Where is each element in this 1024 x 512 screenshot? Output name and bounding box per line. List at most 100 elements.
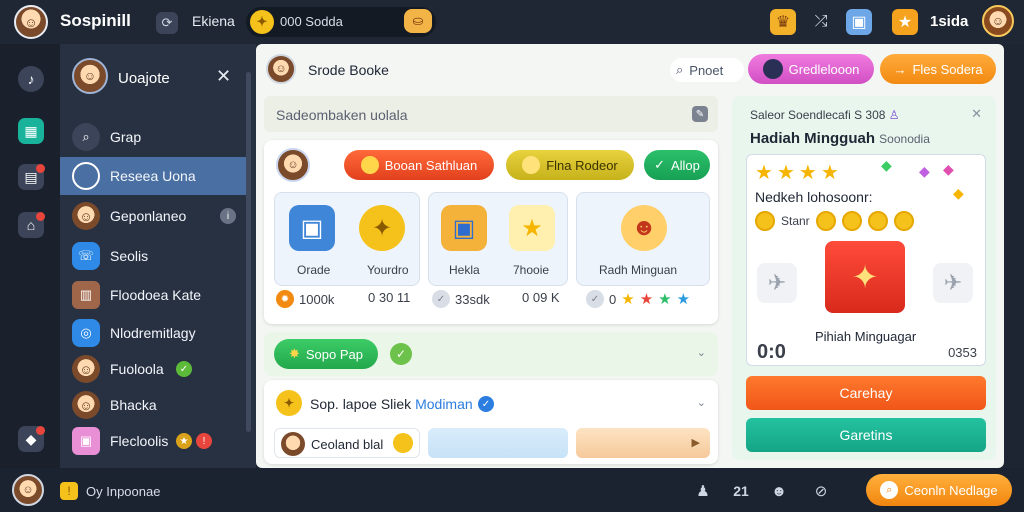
gift-icon[interactable]: ▣ xyxy=(846,9,872,35)
sidebar-item-label: Reseea Uona xyxy=(110,168,196,184)
treasure-chest-icon[interactable]: ⛀ xyxy=(404,9,432,33)
purple-action-button[interactable]: Gredlelooon xyxy=(748,54,874,84)
arrow-icon: → xyxy=(893,61,907,77)
reward-count-right: 0353 xyxy=(948,345,977,360)
close-icon[interactable]: ✕ xyxy=(216,66,231,87)
coin-icon xyxy=(867,211,888,231)
coin-icon: ! xyxy=(60,482,78,500)
reward-tile[interactable]: ☻ Radh Minguan xyxy=(576,192,710,286)
paper-plane-icon[interactable]: ✈ xyxy=(757,263,797,303)
paper-plane-icon[interactable]: ✈ xyxy=(933,263,973,303)
search-button[interactable]: ⌕ Pnoet xyxy=(670,58,744,82)
tile-caption: Orade xyxy=(297,263,331,277)
shuffle-icon[interactable]: ⤮ xyxy=(808,9,834,35)
star-icon: ✸ xyxy=(288,346,300,361)
sidebar-item-nlodremitlagy[interactable]: ◎ Nlodremitlagy xyxy=(60,314,246,352)
bottom-action-label: Ceonln Nedlage xyxy=(904,482,998,498)
avatar: ☺ xyxy=(72,391,100,419)
profile-avatar[interactable]: ☺ xyxy=(982,5,1014,37)
coin-icon xyxy=(893,211,914,231)
check-icon: ✓ xyxy=(654,157,665,172)
sidebar-item-reseea-uona[interactable]: Reseea Uona xyxy=(60,157,246,195)
sidebar-item-floodoea-kate[interactable]: ▥ Floodoea Kate xyxy=(60,276,246,314)
green-action-button[interactable]: ✓ Allop xyxy=(644,150,710,180)
feed-title-link[interactable]: Modiman xyxy=(415,396,473,412)
top-bar: ☺ Sospinill ⟳ Ekiena ✦ 000 Sodda ⛀ ♛ ⤮ ▣… xyxy=(0,0,1024,44)
trophy-icon[interactable]: ♛ xyxy=(770,9,796,35)
gem-icon: ◆ xyxy=(953,185,964,201)
avatar: ☺ xyxy=(72,202,100,230)
reward-title-muted: Soonodia xyxy=(879,132,930,146)
sidebar-item-bhacka[interactable]: ☺ Bhacka xyxy=(60,386,246,424)
sidebar-scrollbar[interactable] xyxy=(246,72,251,432)
green-action-label: Allop xyxy=(670,157,700,173)
reward-box: ★ ★ ★ ★ ◆ ◆ ◆ ◆ Nedkeh lohosoonr: Stanr … xyxy=(746,154,986,366)
sidebar-item-flecloolis[interactable]: ▣ Flecloolis ★ ! xyxy=(60,422,246,460)
sidebar-item-seolis[interactable]: ☏ Seolis xyxy=(60,237,246,275)
reward-tile[interactable]: ▣ ✦ Orade Yourdro xyxy=(274,192,420,286)
stat-value: 0 09 K xyxy=(522,290,560,305)
profile-icon[interactable]: ☻ xyxy=(768,480,790,502)
search-field[interactable]: Sadeombaken uolala ✎ xyxy=(264,96,718,132)
app-brand: Sospinill xyxy=(60,11,131,30)
music-icon[interactable]: ♪ xyxy=(18,66,44,92)
reward-tile[interactable]: ▣ ★ Hekla 7hooie xyxy=(428,192,568,286)
check-badge-icon: ✓ xyxy=(176,361,192,377)
stat-item: ✓ 0 ★ ★ ★ ★ xyxy=(586,290,690,308)
avatar xyxy=(281,432,305,456)
reward-subtitle-text: Saleor Soendlecafi S 308 xyxy=(750,108,886,122)
feed-item[interactable] xyxy=(428,428,568,458)
red-action-label: Booan Sathluan xyxy=(384,157,478,173)
secondary-button[interactable]: Garetins xyxy=(746,418,986,452)
coin-icon: ✦ xyxy=(250,10,274,34)
top-right-label: 1sida xyxy=(930,13,969,30)
sidebar-item-label: Geponlaneo xyxy=(110,208,187,224)
compass-icon[interactable]: ⊘ xyxy=(810,480,832,502)
purple-action-label: Gredlelooon xyxy=(788,61,860,77)
bottom-avatar[interactable]: ☺ xyxy=(12,474,44,506)
close-icon[interactable]: ✕ xyxy=(971,106,982,122)
coin-icon: ✦ xyxy=(359,205,405,251)
user-avatar[interactable]: ☺ xyxy=(14,5,48,39)
top-tab[interactable]: Ekiena xyxy=(192,13,235,29)
sidebar-item-fuoloola[interactable]: ☺ Fuoloola ✓ xyxy=(60,350,246,388)
gift-icon: ▣ xyxy=(441,205,487,251)
sidebar-item-label: Seolis xyxy=(110,248,149,264)
claim-button[interactable]: Carehay xyxy=(746,376,986,410)
sidebar-item-geponlaneo[interactable]: ☺ Geponlaneo i xyxy=(60,197,246,235)
green-pill-button[interactable]: ✸ Sopo Pap xyxy=(274,339,378,369)
coin-icon xyxy=(522,156,541,174)
notification-dot xyxy=(36,212,45,221)
sidebar-item-grap[interactable]: ⌕ Grap xyxy=(60,118,246,156)
chest-icon: ▣ xyxy=(289,205,335,251)
check-icon: ✓ xyxy=(432,290,450,308)
tile-caption: Yourdro xyxy=(367,263,409,277)
chevron-down-icon[interactable]: ⌄ xyxy=(697,346,706,359)
feed-item[interactable]: Ceoland blal xyxy=(274,428,420,458)
bottom-action-button[interactable]: ⌕ Ceonln Nedlage xyxy=(866,474,1012,506)
sidebar-item-label: Grap xyxy=(110,129,142,145)
alert-badge-icon: ! xyxy=(196,433,212,449)
reward-subtitle: Saleor Soendlecafi S 308 ♙ xyxy=(750,108,900,122)
sidebar-avatar[interactable]: ☺ xyxy=(72,58,108,94)
sidebar-item-label: Bhacka xyxy=(110,397,157,413)
user-icon[interactable]: ♟ xyxy=(692,480,714,502)
reward-title-text: Hadiah Mingguah xyxy=(750,130,875,147)
coin-balance-text: 000 Sodda xyxy=(280,14,343,29)
check-icon[interactable]: ✓ xyxy=(390,343,412,365)
shop-icon[interactable]: ▦ xyxy=(18,118,44,144)
chevron-down-icon[interactable]: ⌄ xyxy=(697,396,706,409)
orange-action-button[interactable]: → Fles Sodera xyxy=(880,54,996,84)
red-action-button[interactable]: Booan Sathluan xyxy=(344,150,494,180)
avatar: ☺ xyxy=(72,355,100,383)
star-icon[interactable]: ★ xyxy=(892,9,918,35)
gift-box-icon[interactable]: ✦ xyxy=(825,241,905,313)
tile-caption: Hekla xyxy=(449,263,480,277)
notification-dot xyxy=(36,426,45,435)
submit-icon[interactable]: ✎ xyxy=(692,106,708,122)
feed-item[interactable]: ▶ xyxy=(576,428,710,458)
badge-icon: ♙ xyxy=(888,108,900,122)
gift-box-icon: ▣ xyxy=(72,427,100,455)
yellow-action-button[interactable]: Flna Rodeor xyxy=(506,150,634,180)
refresh-icon[interactable]: ⟳ xyxy=(156,12,178,34)
